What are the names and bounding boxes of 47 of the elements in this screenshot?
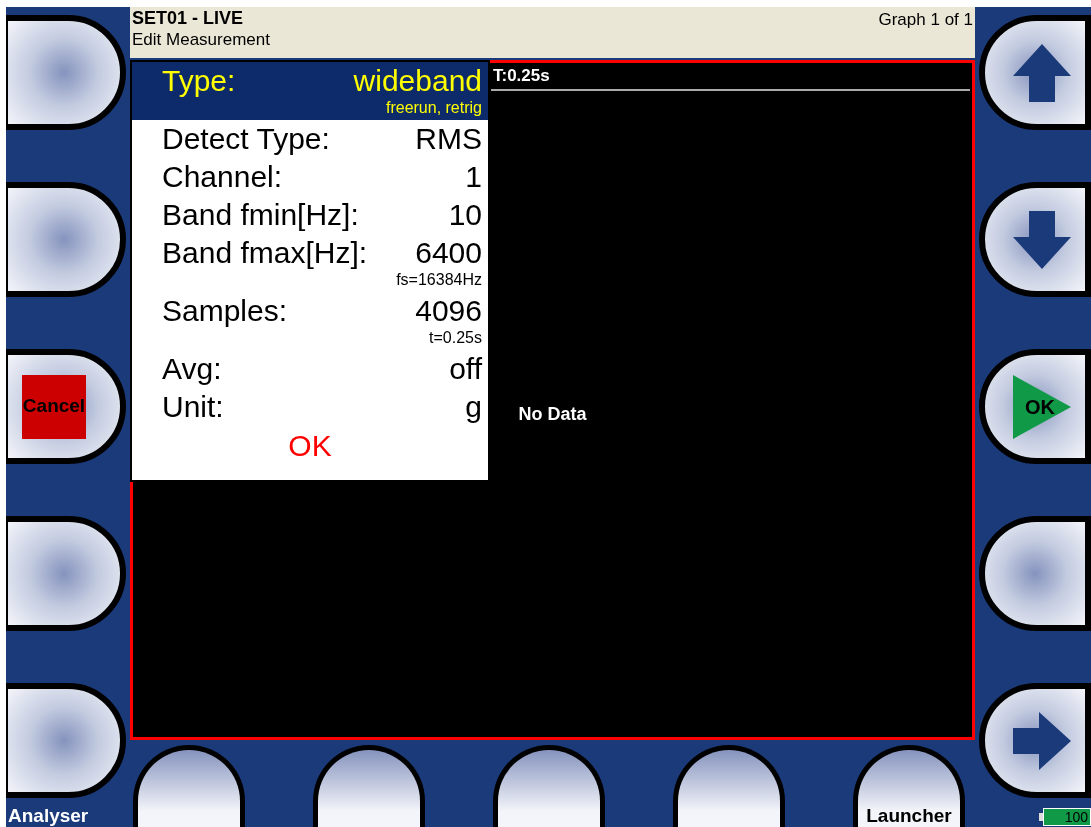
arrow-icon xyxy=(1011,208,1073,271)
header-subtitle: Edit Measurement xyxy=(132,29,270,51)
battery-indicator: 100 xyxy=(1043,808,1091,826)
softkey-button[interactable]: OK xyxy=(979,349,1091,464)
setting-note: fs=16384Hz xyxy=(396,270,482,290)
setting-value: 10 xyxy=(448,197,482,233)
setting-label: Samples: xyxy=(162,293,288,329)
setting-value: 6400 xyxy=(415,235,482,271)
setting-value: wideband xyxy=(353,63,482,99)
setting-note: t=0.25s xyxy=(429,328,482,348)
softkey-button[interactable] xyxy=(979,683,1091,798)
setting-label: Band fmin[Hz]: xyxy=(162,197,359,233)
softkey-button[interactable] xyxy=(493,745,605,827)
setting-value: g xyxy=(465,389,482,425)
setting-value: RMS xyxy=(415,121,482,157)
setting-value: 1 xyxy=(465,159,482,195)
softkey-button[interactable] xyxy=(979,182,1091,297)
setting-label: Unit: xyxy=(162,389,224,425)
cancel-label: Cancel xyxy=(22,374,86,439)
setting-row[interactable]: Type: wideband freerun, retrig xyxy=(132,62,488,120)
setting-label: Detect Type: xyxy=(162,121,330,157)
softkey-button[interactable] xyxy=(979,516,1091,631)
ok-label: OK xyxy=(1013,374,1071,439)
softkey-button[interactable]: Cancel xyxy=(6,349,126,464)
softkey-button[interactable] xyxy=(979,15,1091,130)
setting-label: Band fmax[Hz]: xyxy=(162,235,368,271)
arrow-icon xyxy=(1011,709,1073,772)
softkey-button[interactable] xyxy=(6,182,126,297)
softkey-button[interactable] xyxy=(673,745,785,827)
setting-label: Channel: xyxy=(162,159,283,195)
time-label: T:0.25s xyxy=(492,66,550,85)
header-title: SET01 - LIVE xyxy=(132,7,245,29)
softkey-button[interactable] xyxy=(6,516,126,631)
softkey-button[interactable] xyxy=(6,683,126,798)
analyser-caption: Analyser xyxy=(7,805,90,827)
setting-note: freerun, retrig xyxy=(385,98,482,118)
setting-label: Avg: xyxy=(162,351,222,387)
softkey-button[interactable]: Launcher xyxy=(853,745,965,827)
softkey-button[interactable] xyxy=(133,745,245,827)
ok-button[interactable]: OK xyxy=(288,427,332,465)
graph-counter: Graph 1 of 1 xyxy=(878,9,973,31)
softkey-button[interactable] xyxy=(6,15,126,130)
no-data-message: No Data xyxy=(518,402,587,426)
softkey-button[interactable] xyxy=(313,745,425,827)
setting-value: 4096 xyxy=(415,293,482,329)
setting-value: off xyxy=(449,351,482,387)
setting-label: Type: xyxy=(162,63,236,99)
